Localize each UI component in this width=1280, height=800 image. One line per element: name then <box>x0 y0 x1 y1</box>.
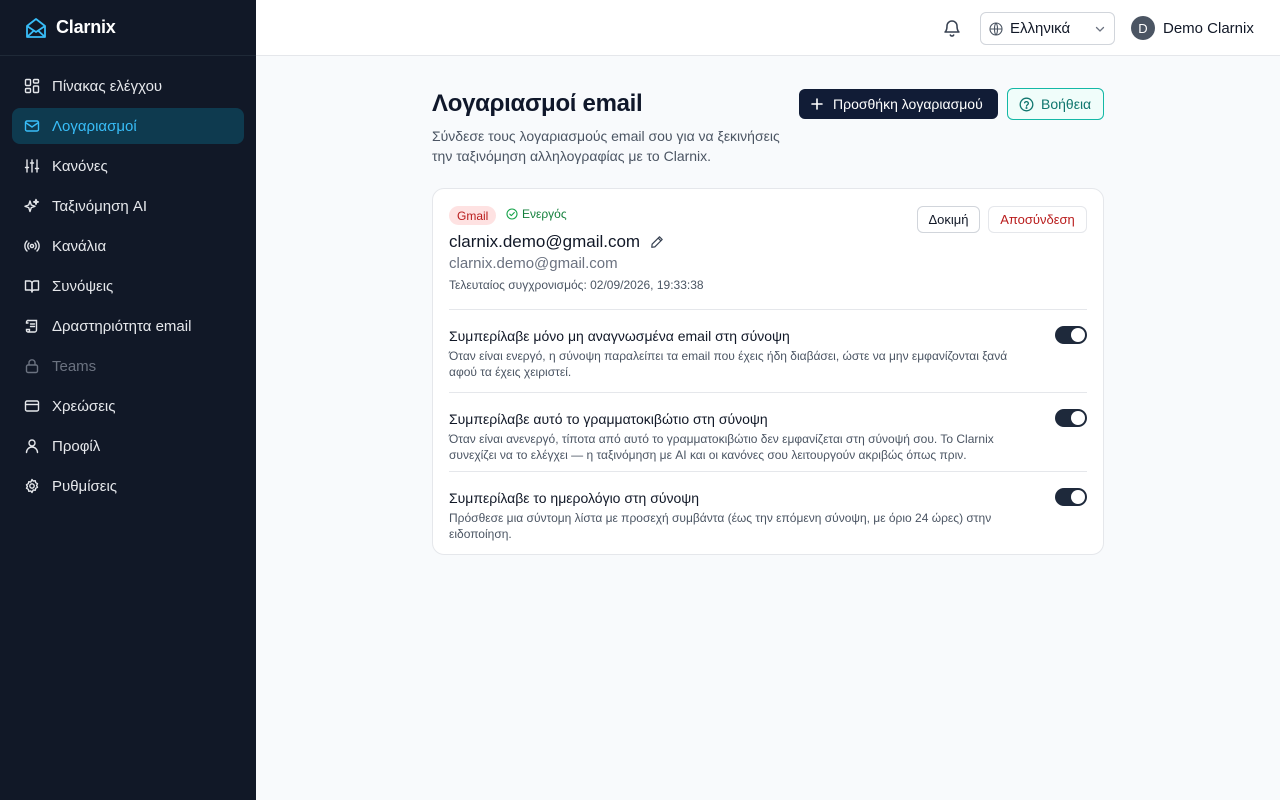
help-circle-icon <box>1019 97 1034 112</box>
toggle-knob <box>1071 490 1085 504</box>
page-subtitle: Σύνδεσε τους λογαριασμούς email σου για … <box>432 128 780 164</box>
gear-icon <box>24 478 40 494</box>
mail-icon <box>24 118 40 134</box>
sidebar-item-billing[interactable]: Χρεώσεις <box>12 388 244 424</box>
setting-unread-only: Συμπερίλαβε μόνο μη αναγνωσμένα email στ… <box>449 309 1087 393</box>
sidebar-item-channels[interactable]: Κανάλια <box>12 228 244 264</box>
sidebar-item-dashboard[interactable]: Πίνακας ελέγχου <box>12 68 244 104</box>
plus-icon <box>811 98 823 110</box>
setting-title: Συμπερίλαβε το ημερολόγιο στη σύνοψη <box>449 490 700 506</box>
language-select[interactable]: Ελληνικά <box>980 12 1115 45</box>
sidebar-item-label: Πίνακας ελέγχου <box>52 77 163 95</box>
chevron-down-icon <box>1094 23 1106 35</box>
bell-icon[interactable] <box>942 18 962 38</box>
credit-card-icon <box>24 398 40 414</box>
sidebar-nav: Πίνακας ελέγχου Λογαριασμοί Κανόνες Ταξι… <box>0 56 256 520</box>
account-card: Gmail Ενεργός clarnix.demo@gmail.com cla… <box>432 188 1104 555</box>
setting-description: Όταν είναι ανενεργό, τίποτα από αυτό το … <box>449 432 994 462</box>
sidebar-item-label: Teams <box>52 357 97 375</box>
page-title: Λογαριασμοί email <box>432 90 643 117</box>
setting-description: Πρόσθεσε μια σύντομη λίστα με προσεχή συ… <box>449 511 992 541</box>
brand-name: Clarnix <box>56 17 116 37</box>
sidebar-item-label: Χρεώσεις <box>52 397 116 415</box>
sidebar-item-accounts[interactable]: Λογαριασμοί <box>12 108 244 144</box>
topbar: Ελληνικά D Demo Clarnix <box>256 0 1280 56</box>
test-button[interactable]: Δοκιμή <box>917 206 980 233</box>
include-mailbox-toggle[interactable] <box>1055 409 1087 427</box>
help-label: Βοήθεια <box>1041 96 1092 112</box>
sidebar-item-teams: Teams <box>12 348 244 384</box>
lock-icon <box>24 358 40 374</box>
account-email: clarnix.demo@gmail.com <box>449 255 618 272</box>
sidebar-item-email-activity[interactable]: Δραστηριότητα email <box>12 308 244 344</box>
unread-only-toggle[interactable] <box>1055 326 1087 344</box>
sidebar: Clarnix Πίνακας ελέγχου Λογαριασμοί Κανό… <box>0 0 256 800</box>
toggle-knob <box>1071 411 1085 425</box>
main-content: Λογαριασμοί email Σύνδεσε τους λογαριασμ… <box>256 56 1280 800</box>
sidebar-item-profile[interactable]: Προφίλ <box>12 428 244 464</box>
setting-title: Συμπερίλαβε αυτό το γραμματοκιβώτιο στη … <box>449 411 768 427</box>
sidebar-item-label: Κανόνες <box>52 157 108 175</box>
provider-badge: Gmail <box>449 206 497 225</box>
account-name-text: clarnix.demo@gmail.com <box>449 232 641 251</box>
sidebar-item-label: Συνόψεις <box>52 277 114 295</box>
sliders-icon <box>24 158 40 174</box>
sidebar-item-label: Δραστηριότητα email <box>52 317 192 335</box>
add-account-button[interactable]: Προσθήκη λογαριασμού <box>799 89 998 119</box>
user-menu[interactable]: D Demo Clarnix <box>1131 16 1254 40</box>
account-display-name: clarnix.demo@gmail.com <box>449 232 664 252</box>
sidebar-item-settings[interactable]: Ρυθμίσεις <box>12 468 244 504</box>
dashboard-icon <box>24 78 40 94</box>
book-icon <box>24 278 40 294</box>
add-account-label: Προσθήκη λογαριασμού <box>833 96 983 112</box>
broadcast-icon <box>24 238 40 254</box>
user-icon <box>24 438 40 454</box>
include-calendar-toggle[interactable] <box>1055 488 1087 506</box>
pencil-icon[interactable] <box>650 235 664 249</box>
setting-description: Όταν είναι ενεργό, η σύνοψη παραλείπει τ… <box>449 349 1008 379</box>
sparkles-icon <box>24 198 40 214</box>
disconnect-button[interactable]: Αποσύνδεση <box>988 206 1087 233</box>
sidebar-item-label: Ταξινόμηση AI <box>52 197 148 215</box>
user-name: Demo Clarnix <box>1163 19 1254 37</box>
sidebar-item-digests[interactable]: Συνόψεις <box>12 268 244 304</box>
setting-include-calendar: Συμπερίλαβε το ημερολόγιο στη σύνοψη Πρό… <box>449 471 1087 551</box>
sidebar-item-ai-sorting[interactable]: Ταξινόμηση AI <box>12 188 244 224</box>
help-button[interactable]: Βοήθεια <box>1007 88 1104 120</box>
sidebar-item-rules[interactable]: Κανόνες <box>12 148 244 184</box>
sidebar-item-label: Προφίλ <box>52 437 101 455</box>
toggle-knob <box>1071 328 1085 342</box>
status-label: Ενεργός <box>522 207 567 221</box>
envelope-logo-icon <box>24 16 48 40</box>
last-sync: Τελευταίος συγχρονισμός: 02/09/2026, 19:… <box>449 278 704 292</box>
sidebar-item-label: Λογαριασμοί <box>52 117 137 135</box>
globe-icon <box>989 21 1003 36</box>
language-value: Ελληνικά <box>1010 20 1071 37</box>
setting-title: Συμπερίλαβε μόνο μη αναγνωσμένα email στ… <box>449 328 790 344</box>
sidebar-item-label: Ρυθμίσεις <box>52 477 118 495</box>
status-badge: Ενεργός <box>506 207 567 221</box>
check-circle-icon <box>506 208 518 220</box>
scroll-icon <box>24 318 40 334</box>
avatar: D <box>1131 16 1155 40</box>
setting-include-mailbox: Συμπερίλαβε αυτό το γραμματοκιβώτιο στη … <box>449 392 1087 472</box>
sidebar-item-label: Κανάλια <box>52 237 107 255</box>
brand[interactable]: Clarnix <box>0 0 256 56</box>
